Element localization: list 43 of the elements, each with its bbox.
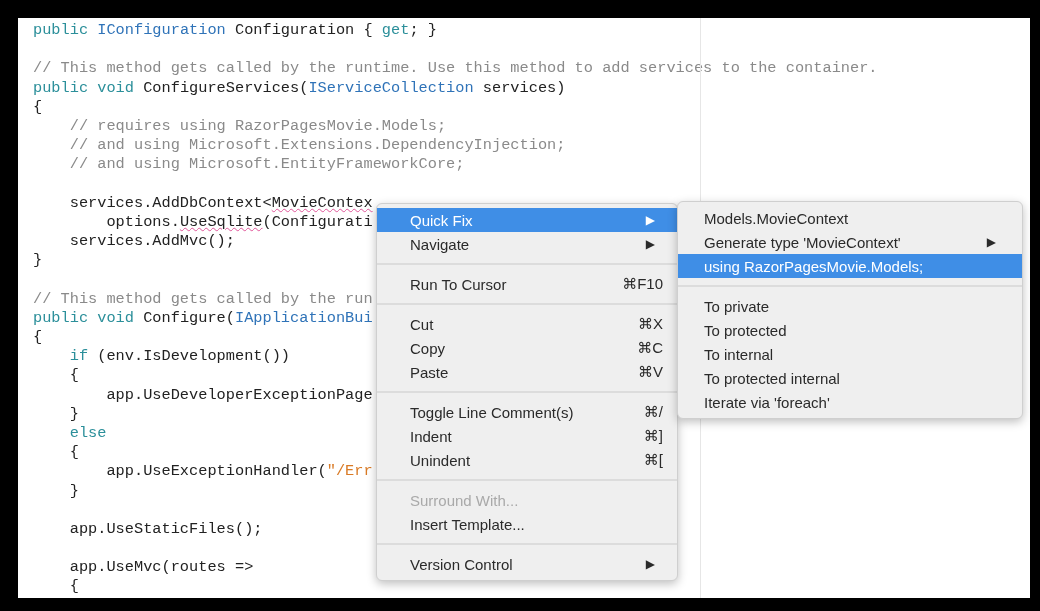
code-line: services.AddDbContext<MovieContex <box>68 193 373 213</box>
code-line: app.UseDeveloperExceptionPage <box>105 385 373 405</box>
code-line: app.UseMvc(routes => <box>68 558 254 578</box>
menu-item[interactable]: Run To Cursor ⌘F10 <box>377 272 677 296</box>
code-line: } <box>33 251 43 271</box>
menu-item[interactable]: Paste ⌘V <box>377 360 677 384</box>
code-line: } <box>68 404 79 424</box>
code-line: app.UseStaticFiles(); <box>68 519 263 540</box>
menu-item[interactable]: Cut ⌘X <box>377 312 677 336</box>
code-line: // requires using RazorPagesMovie.Models; <box>68 116 447 137</box>
code-line: if (env.IsDevelopment()) <box>68 347 291 367</box>
code-line: // This method gets called by the run <box>33 289 373 309</box>
code-line: { <box>68 443 79 463</box>
menu-item[interactable]: To internal <box>678 342 1022 366</box>
menu-item[interactable]: Insert Template... <box>377 512 677 536</box>
menu-item[interactable]: To protected internal <box>678 366 1022 390</box>
code-line: { <box>68 366 79 386</box>
menu-item[interactable]: Indent ⌘] <box>377 424 677 448</box>
menu-item[interactable]: Models.MovieContext <box>678 206 1022 230</box>
menu-item[interactable]: Version Control ▶ <box>377 552 677 576</box>
code-line: { <box>68 577 79 597</box>
code-line: services.AddMvc(); <box>68 232 235 252</box>
menu-item[interactable]: To private <box>678 294 1022 318</box>
menu-item[interactable]: Copy ⌘C <box>377 336 677 360</box>
code-line: public IConfiguration Configuration { get; } <box>33 21 437 41</box>
menu-item[interactable]: Toggle Line Comment(s) ⌘/ <box>377 400 677 424</box>
menu-item[interactable]: Navigate ▶ <box>377 232 677 256</box>
code-line: // and using Microsoft.EntityFrameworkCore; <box>68 155 465 175</box>
code-line: options.UseSqlite(Configurati <box>105 212 373 233</box>
code-line: public void Configure(IApplicationBui <box>33 308 373 328</box>
menu-item[interactable]: Iterate via 'foreach' <box>678 390 1022 414</box>
code-line: else <box>68 423 107 444</box>
menu-item[interactable]: Generate type 'MovieContext' ▶ <box>678 230 1022 254</box>
menu-item[interactable]: Unindent ⌘[ <box>377 448 677 472</box>
code-editor[interactable] <box>18 18 1030 598</box>
code-line: app.UseExceptionHandler("/Err <box>105 462 373 482</box>
code-line: public void ConfigureServices(IServiceCollection services) <box>33 78 566 98</box>
code-line: { <box>33 328 43 348</box>
code-line: // and using Microsoft.Extensions.DependencyInjection; <box>68 136 566 156</box>
menu-item[interactable]: To protected <box>678 318 1022 342</box>
code-line: } <box>68 481 79 501</box>
code-line: { <box>33 97 43 117</box>
code-line: // This method gets called by the runtime. Use this method to add services to the container. <box>33 59 878 79</box>
